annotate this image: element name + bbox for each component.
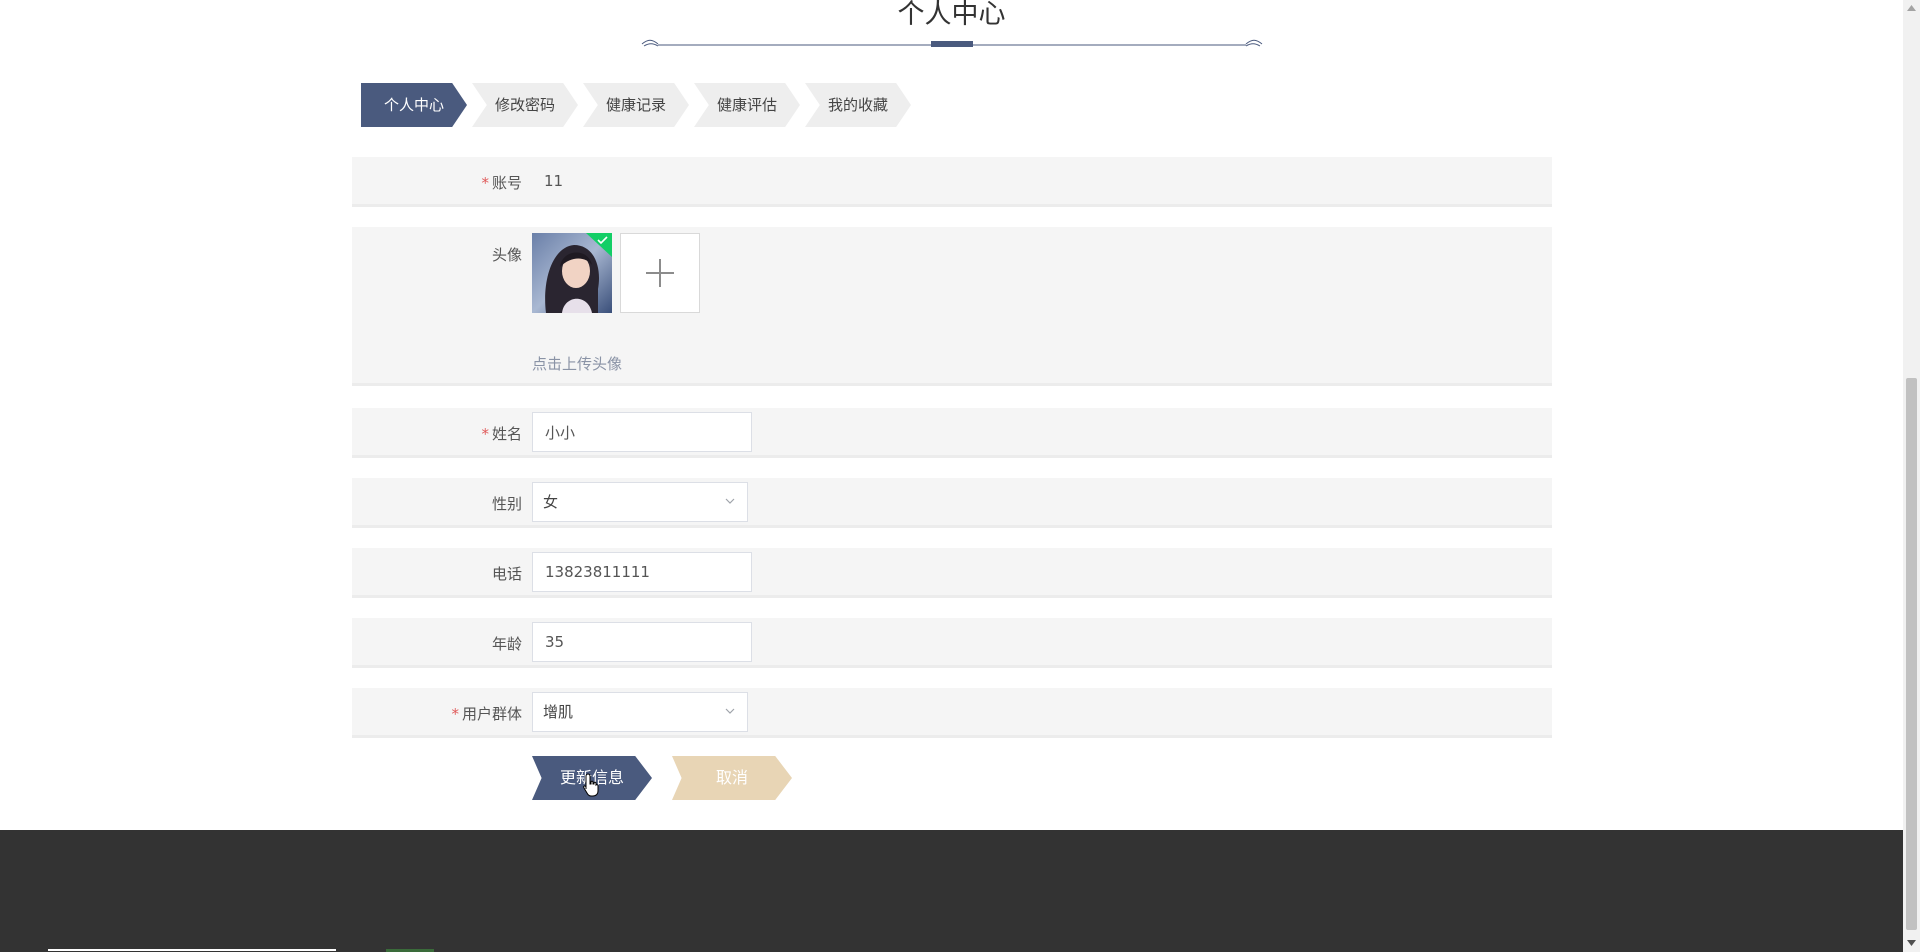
chevron-down-icon <box>725 708 735 714</box>
gender-select-value: 女 <box>543 493 559 511</box>
user-group-label: * 用户群体 <box>451 705 522 723</box>
user-group-select-value: 增肌 <box>543 703 574 721</box>
scroll-up-arrow-icon[interactable] <box>1907 5 1916 11</box>
footer-divider <box>48 949 336 951</box>
age-input[interactable] <box>532 622 752 662</box>
cancel-button[interactable]: 取消 <box>672 756 792 800</box>
tab-change-password[interactable]: 修改密码 <box>472 83 578 127</box>
check-icon <box>586 233 612 257</box>
page-title: 个人中心 <box>897 0 1006 30</box>
plus-icon <box>646 259 674 287</box>
tab-my-favorites[interactable]: 我的收藏 <box>805 83 911 127</box>
gender-row: 性别 女 <box>352 478 1552 528</box>
hand-cursor-icon <box>583 773 599 797</box>
page-scrollbar[interactable] <box>1903 0 1920 952</box>
gender-select[interactable]: 女 <box>532 482 748 522</box>
gender-label: 性别 <box>491 495 522 513</box>
name-label: * 姓名 <box>481 425 522 443</box>
tab-personal-center[interactable]: 个人中心 <box>361 83 467 127</box>
age-row: 年龄 <box>352 618 1552 668</box>
phone-row: 电话 <box>352 548 1552 598</box>
upload-avatar-hint[interactable]: 点击上传头像 <box>532 353 622 374</box>
avatar-label: 头像 <box>491 246 522 264</box>
site-footer <box>0 830 1903 952</box>
avatar-row: 头像 点击上传头像 <box>352 227 1552 386</box>
required-mark: * <box>451 705 459 723</box>
user-group-row: * 用户群体 增肌 <box>352 688 1552 738</box>
name-input[interactable] <box>532 412 752 452</box>
avatar-upload-button[interactable] <box>620 233 700 313</box>
phone-input[interactable] <box>532 552 752 592</box>
tab-health-records[interactable]: 健康记录 <box>583 83 689 127</box>
age-label: 年龄 <box>491 635 522 653</box>
chevron-down-icon <box>725 498 735 504</box>
name-row: * 姓名 <box>352 408 1552 458</box>
account-label: * 账号 <box>481 174 522 192</box>
required-mark: * <box>481 425 489 443</box>
required-mark: * <box>481 174 489 192</box>
phone-label: 电话 <box>491 565 522 583</box>
user-group-select[interactable]: 增肌 <box>532 692 748 732</box>
account-row: * 账号 11 <box>352 157 1552 207</box>
tab-health-assessment[interactable]: 健康评估 <box>694 83 800 127</box>
account-value: 11 <box>544 172 564 190</box>
scroll-down-arrow-icon[interactable] <box>1907 940 1916 946</box>
scroll-thumb[interactable] <box>1906 378 1917 930</box>
avatar-thumbnail[interactable] <box>532 233 612 313</box>
title-divider-ornament <box>641 39 1263 47</box>
